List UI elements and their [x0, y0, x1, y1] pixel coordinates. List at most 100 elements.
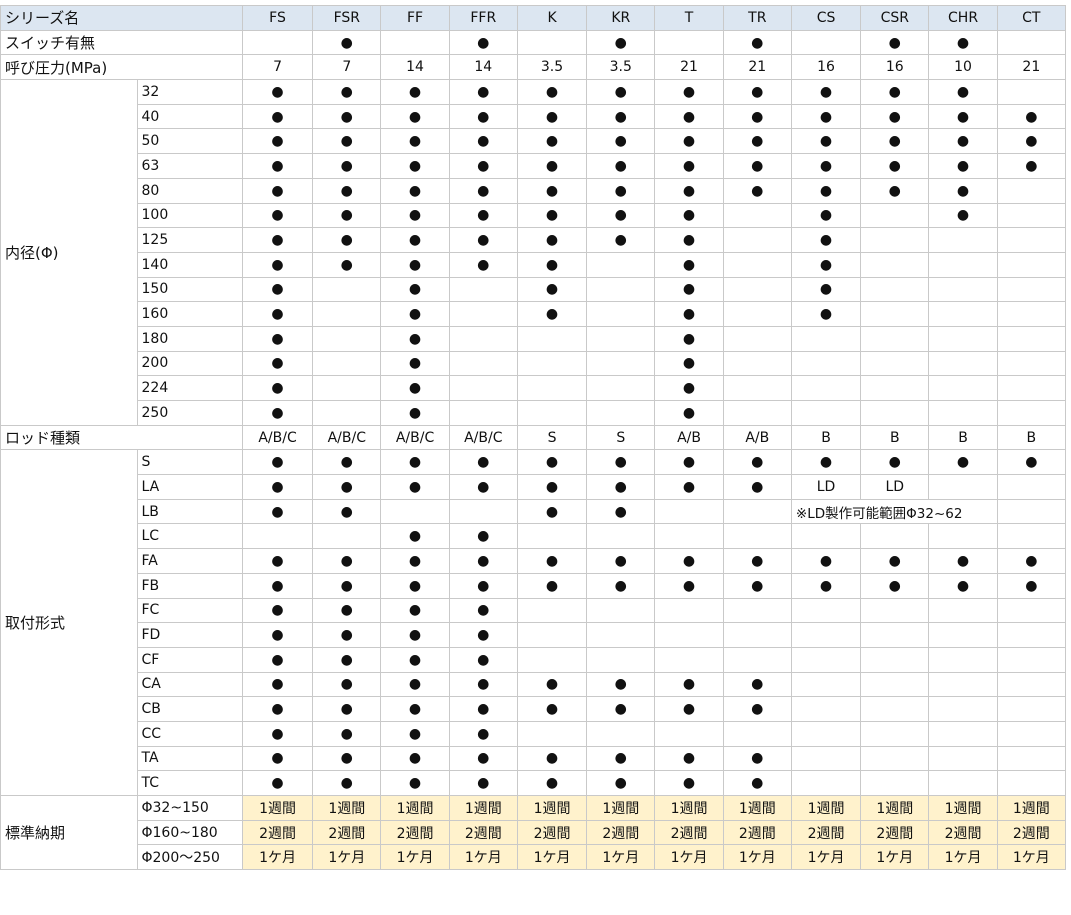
- bore-value: ●: [654, 103, 724, 130]
- bore-value: ●: [654, 177, 724, 204]
- bore-value: [996, 227, 1067, 253]
- mount-value: ●: [516, 745, 588, 772]
- lead-time-value: 1週間: [516, 795, 588, 821]
- mount-row: LC ● ●: [1, 523, 1067, 550]
- mount-value: ●: [654, 449, 724, 476]
- bore-row: 50 ● ● ● ● ● ● ● ● ● ● ● ●: [1, 128, 1067, 155]
- bore-value: [722, 276, 792, 303]
- mount-value: [928, 597, 998, 624]
- bore-value: ●: [380, 276, 450, 303]
- mount-value: [928, 720, 998, 747]
- switch-value: [516, 29, 588, 56]
- bore-value: ●: [448, 177, 518, 204]
- lead-time-value: 2週間: [996, 819, 1067, 846]
- bore-value: ●: [312, 79, 382, 105]
- bore-value: [722, 227, 792, 253]
- mount-value: ●: [448, 622, 518, 648]
- bore-value: ●: [380, 128, 450, 155]
- bore-value: ●: [516, 227, 588, 253]
- mount-value: ●: [380, 474, 450, 500]
- bore-row: 80 ● ● ● ● ● ● ● ● ● ● ●: [1, 177, 1067, 204]
- bore-value: ●: [586, 153, 656, 179]
- pressure-value: 21: [722, 54, 792, 81]
- mount-sub-label: CF: [136, 646, 243, 673]
- bore-value: ●: [586, 177, 656, 204]
- bore-value: ●: [586, 202, 656, 229]
- mount-value: ●: [586, 745, 656, 772]
- bore-value: ●: [241, 103, 314, 130]
- mount-row: FC ● ● ● ●: [1, 597, 1067, 624]
- lead-time-value: 2週間: [654, 819, 724, 846]
- mount-value: [996, 622, 1067, 648]
- mount-value: [790, 646, 862, 673]
- bore-value: [586, 301, 656, 327]
- bore-value: ●: [241, 375, 314, 401]
- bore-row: 250 ● ● ●: [1, 400, 1067, 426]
- mount-value: ●: [586, 548, 656, 574]
- mount-value: ●: [654, 745, 724, 772]
- mount-value: ●: [241, 671, 314, 698]
- mount-value: [860, 622, 930, 648]
- lead-time-value: 1ケ月: [860, 844, 930, 871]
- bore-sub-label: 100: [136, 202, 243, 229]
- bore-value: ●: [241, 79, 314, 105]
- bore-value: ●: [241, 325, 314, 352]
- mount-value: ●: [586, 474, 656, 500]
- bore-value: ●: [654, 79, 724, 105]
- bore-value: ●: [312, 202, 382, 229]
- mount-sub-label: FB: [136, 572, 243, 599]
- bore-row: 100 ● ● ● ● ● ● ● ● ●: [1, 202, 1067, 229]
- bore-value: [722, 375, 792, 401]
- bore-value: [996, 350, 1067, 377]
- mount-value: ●: [516, 696, 588, 722]
- bore-label: 内径(Φ): [0, 79, 138, 426]
- bore-value: [722, 301, 792, 327]
- lead-time-value: 1ケ月: [790, 844, 862, 871]
- bore-value: [928, 301, 998, 327]
- pressure-row: 呼び圧力(MPa) 7 7 14 14 3.5 3.5 21 21 16 16 10 21: [0, 54, 1067, 81]
- bore-value: ●: [586, 128, 656, 155]
- series-ff-header: FF: [380, 5, 450, 31]
- bore-value: ●: [312, 103, 382, 130]
- mount-value: ●: [928, 449, 998, 476]
- mount-value: ●: [790, 548, 862, 574]
- header-label: シリーズ名: [0, 5, 243, 31]
- mount-value: ●: [380, 671, 450, 698]
- lead-time-value: 2週間: [928, 819, 998, 846]
- series-fs-header: FS: [241, 5, 314, 31]
- bore-value: ●: [860, 128, 930, 155]
- switch-value: ●: [860, 29, 930, 56]
- mount-value: ●: [860, 548, 930, 574]
- mount-value: [928, 523, 998, 550]
- mount-value: [860, 696, 930, 722]
- series-chr-header: CHR: [928, 5, 998, 31]
- bore-value: [312, 276, 382, 303]
- mount-value: ●: [654, 474, 724, 500]
- series-t-header: T: [654, 5, 724, 31]
- mount-value: [241, 523, 314, 550]
- mount-value: [516, 646, 588, 673]
- bore-value: ●: [586, 103, 656, 130]
- bore-sub-label: 40: [136, 103, 243, 130]
- bore-value: ●: [654, 325, 724, 352]
- mount-value: ●: [312, 671, 382, 698]
- bore-value: [860, 301, 930, 327]
- bore-value: ●: [380, 153, 450, 179]
- mount-value: [996, 474, 1067, 500]
- mount-value: ●: [380, 523, 450, 550]
- switch-value: [380, 29, 450, 56]
- mount-value: [722, 720, 792, 747]
- mount-value: ●: [928, 548, 998, 574]
- mount-value: ●: [928, 572, 998, 599]
- bore-value: [928, 251, 998, 278]
- mount-value: ●: [448, 572, 518, 599]
- bore-value: ●: [448, 251, 518, 278]
- bore-row: 200 ● ● ●: [1, 350, 1067, 377]
- mount-value: ●: [722, 696, 792, 722]
- rod-type-value: S: [516, 424, 588, 451]
- mount-sub-label: TC: [136, 770, 243, 796]
- bore-value: [790, 400, 862, 426]
- mount-value: [996, 770, 1067, 796]
- bore-row: 140 ● ● ● ● ● ● ●: [1, 251, 1067, 278]
- bore-value: ●: [516, 177, 588, 204]
